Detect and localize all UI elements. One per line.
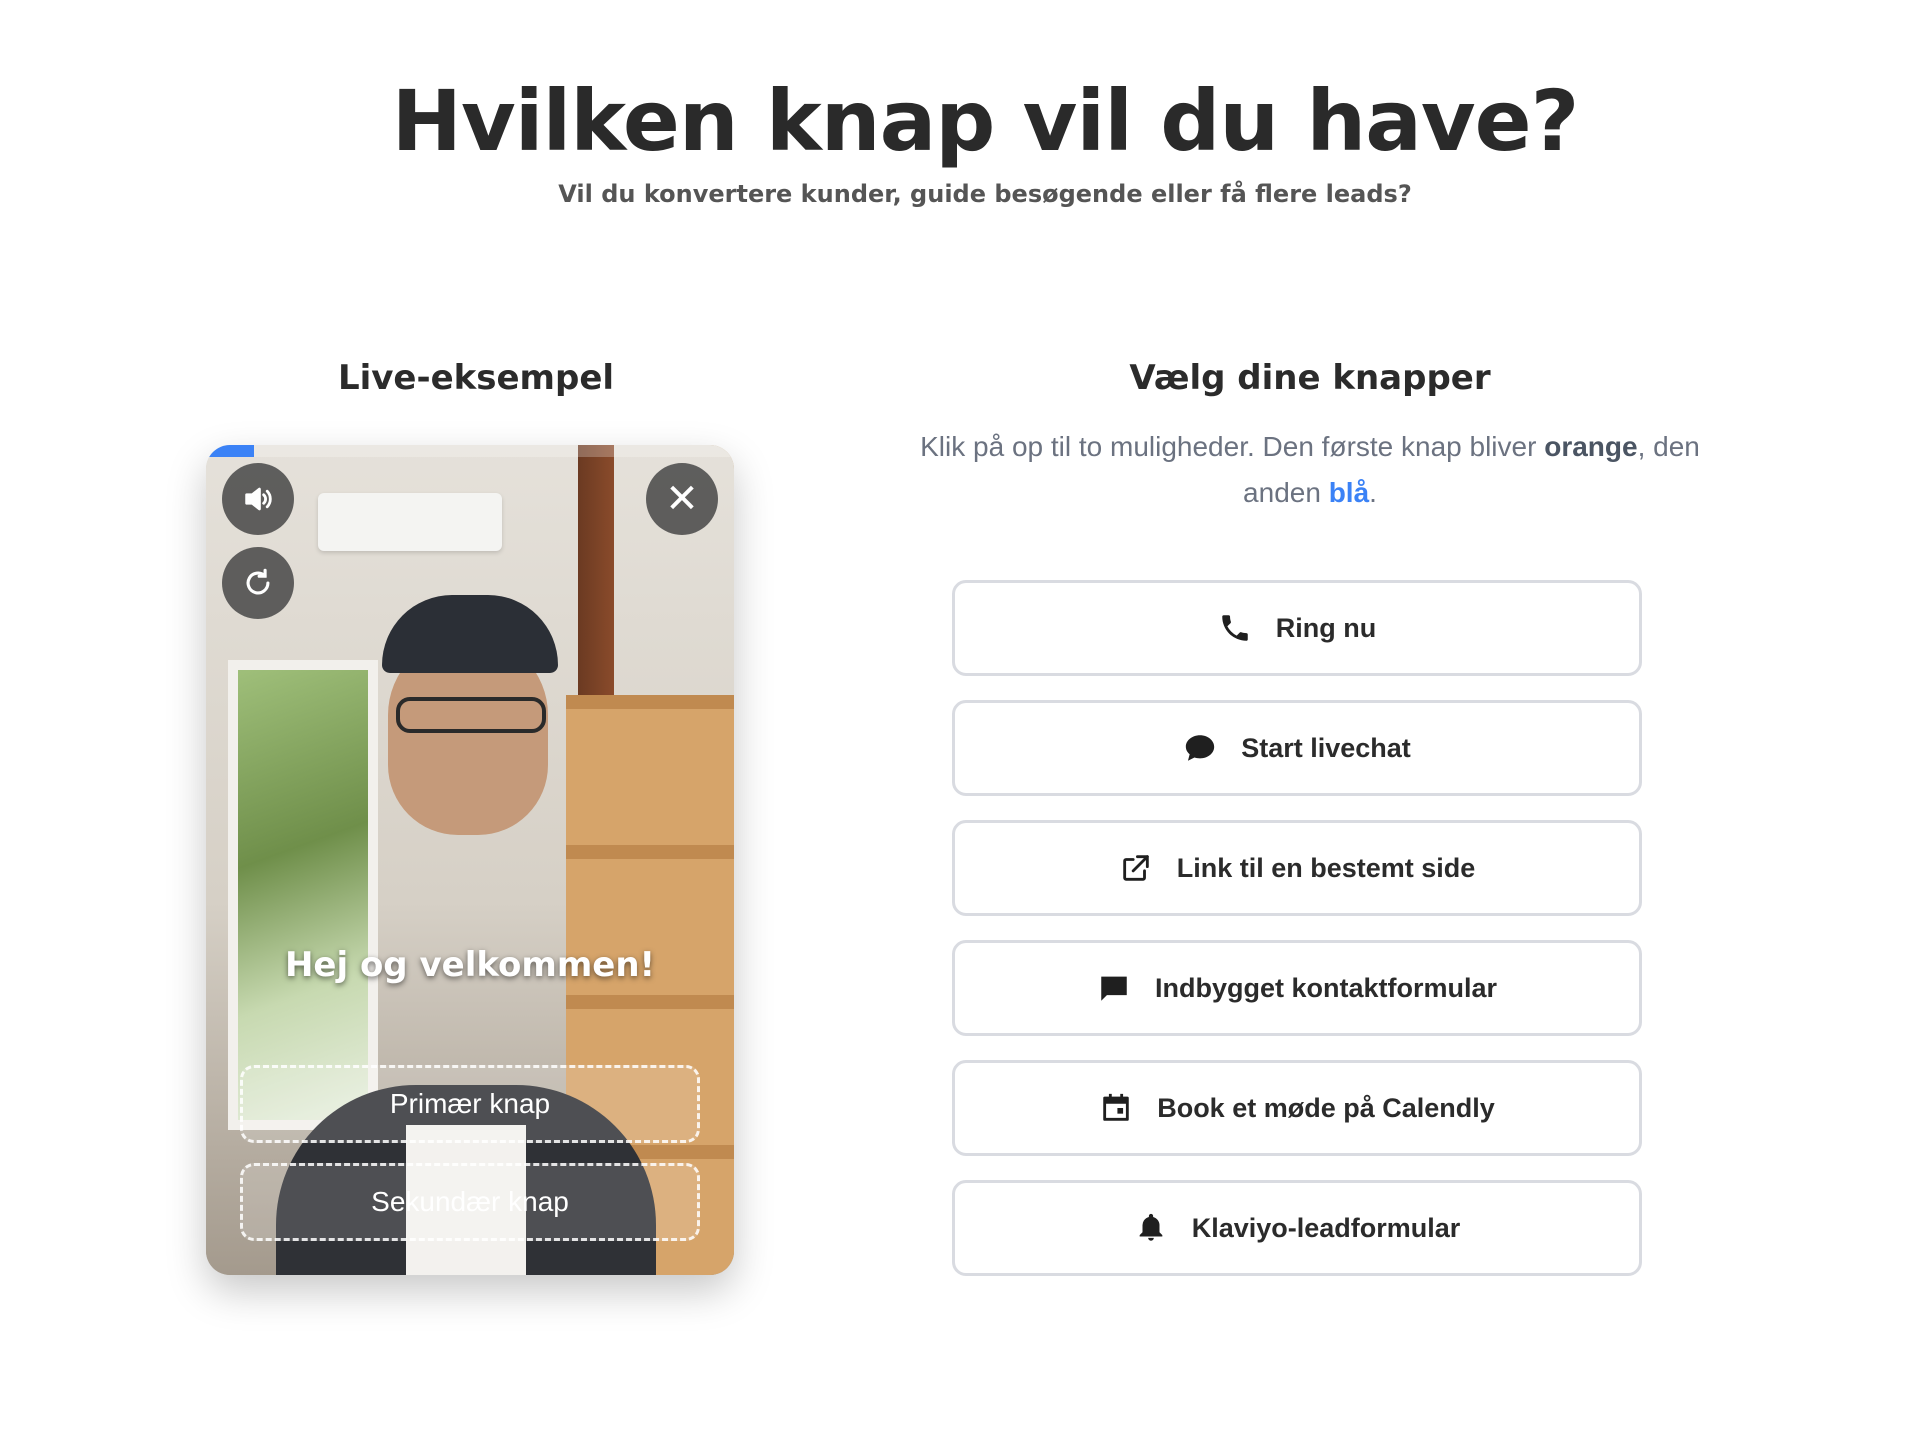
preview-heading: Live-eksempel — [337, 358, 615, 398]
option-link-page[interactable]: Link til en bestemt side — [952, 820, 1642, 916]
video-air-conditioner — [318, 493, 502, 551]
bell-icon — [1139, 1213, 1163, 1241]
option-label: Klaviyo-leadformular — [1191, 1212, 1461, 1243]
option-label: Start livechat — [1241, 732, 1411, 763]
instruction-text-1: Klik på op til to muligheder. Den første… — [920, 431, 1545, 462]
chat-bubble-icon — [1186, 735, 1215, 761]
option-contact-form[interactable]: Indbygget kontaktformular — [952, 940, 1642, 1036]
speaker-icon — [245, 487, 272, 511]
secondary-button-placeholder[interactable]: Sekundær knap — [240, 1163, 700, 1241]
close-button[interactable]: ✕ — [646, 463, 718, 535]
instruction-text-3: . — [1369, 477, 1377, 508]
option-klaviyo[interactable]: Klaviyo-leadformular — [952, 1180, 1642, 1276]
page-subtitle: Vil du konvertere kunder, guide besøgend… — [558, 180, 1412, 208]
welcome-text: Hej og velkommen! — [284, 945, 656, 985]
video-progress-bar[interactable] — [206, 445, 734, 457]
instruction-orange: orange — [1544, 431, 1638, 462]
video-window — [228, 660, 378, 1130]
phone-icon — [1222, 615, 1248, 641]
page: Hvilken knap vil du have? Vil du konvert… — [0, 0, 1920, 1440]
replay-button[interactable] — [222, 547, 294, 619]
option-ring-nu[interactable]: Ring nu — [952, 580, 1642, 676]
sound-button[interactable] — [222, 463, 294, 535]
primary-button-placeholder[interactable]: Primær knap — [240, 1065, 700, 1143]
video-preview[interactable]: ✕ Hej og velkommen! Primær knap Sekundær… — [206, 445, 734, 1275]
video-progress-fill — [206, 445, 254, 457]
option-label: Book et møde på Calendly — [1157, 1092, 1495, 1123]
external-link-icon — [1122, 855, 1149, 881]
message-icon — [1101, 976, 1127, 1001]
replay-icon — [246, 568, 270, 595]
option-label: Link til en bestemt side — [1176, 852, 1476, 883]
person-glasses — [396, 697, 546, 733]
option-start-livechat[interactable]: Start livechat — [952, 700, 1642, 796]
close-icon: ✕ — [665, 477, 699, 521]
calendar-icon — [1103, 1093, 1129, 1121]
option-calendly[interactable]: Book et møde på Calendly — [952, 1060, 1642, 1156]
option-label: Indbygget kontaktformular — [1154, 972, 1498, 1003]
page-title: Hvilken knap vil du have? — [391, 72, 1580, 170]
instruction-blue: blå — [1328, 477, 1370, 508]
chooser-heading: Vælg dine knapper — [1129, 358, 1491, 398]
option-label: Ring nu — [1275, 612, 1377, 643]
chooser-instructions: Klik på op til to muligheder. Den første… — [880, 424, 1740, 516]
